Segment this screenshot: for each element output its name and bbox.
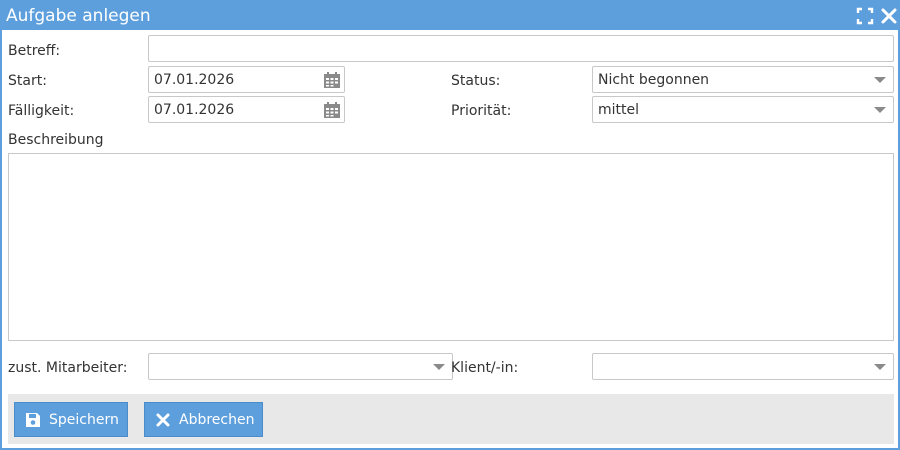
priority-value: mittel [598, 102, 640, 118]
coworkers-label: zust. Mitarbeiter: [8, 360, 128, 376]
maximize-icon[interactable] [856, 7, 874, 25]
dialog-footer: Speichern Abbrechen [8, 394, 894, 444]
start-date-value: 07.01.2026 [154, 72, 235, 88]
close-icon[interactable] [880, 7, 898, 25]
client-label: Klient/-in: [451, 360, 519, 376]
save-button-label: Speichern [49, 412, 119, 428]
due-date-input[interactable]: 07.01.2026 [148, 96, 345, 123]
client-select[interactable] [592, 353, 894, 380]
due-date-value: 07.01.2026 [154, 102, 235, 118]
start-date-input[interactable]: 07.01.2026 [148, 66, 345, 93]
priority-select[interactable]: mittel [592, 96, 894, 123]
start-label: Start: [8, 73, 47, 89]
subject-input[interactable] [148, 35, 894, 62]
chevron-down-icon[interactable] [874, 364, 886, 370]
priority-label: Priorität: [451, 103, 512, 119]
chevron-down-icon[interactable] [874, 107, 886, 113]
description-textarea[interactable] [8, 153, 894, 341]
calendar-icon[interactable] [323, 71, 341, 89]
dialog-titlebar[interactable]: Aufgabe anlegen [2, 2, 898, 30]
cancel-button-label: Abbrechen [179, 412, 255, 428]
close-icon [155, 412, 171, 428]
coworkers-select[interactable] [148, 353, 453, 380]
calendar-icon[interactable] [323, 101, 341, 119]
due-label: Fälligkeit: [8, 103, 75, 119]
subject-label: Betreff: [8, 43, 61, 59]
cancel-button[interactable]: Abbrechen [144, 402, 263, 437]
description-label: Beschreibung [8, 132, 104, 148]
dialog-title: Aufgabe anlegen [6, 6, 151, 26]
chevron-down-icon[interactable] [874, 77, 886, 83]
save-icon [25, 412, 41, 428]
chevron-down-icon[interactable] [433, 364, 445, 370]
save-button[interactable]: Speichern [14, 402, 128, 437]
task-dialog: Aufgabe anlegen Betreff: Start: 07.01.20… [0, 0, 900, 450]
status-select[interactable]: Nicht begonnen [592, 66, 894, 93]
status-label: Status: [451, 73, 501, 89]
status-value: Nicht begonnen [598, 72, 710, 88]
